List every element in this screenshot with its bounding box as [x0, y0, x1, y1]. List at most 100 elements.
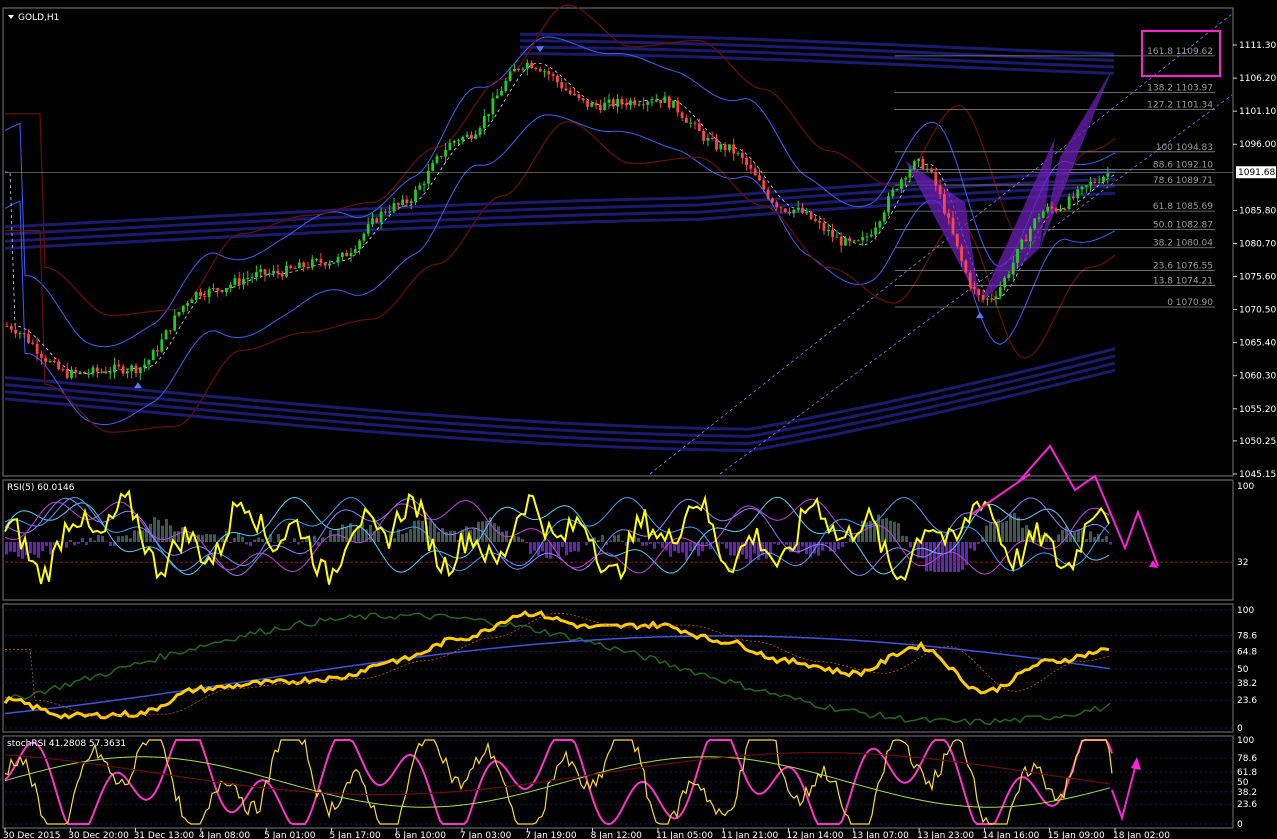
fib-level-label: 38.2 1080.04	[1153, 239, 1213, 249]
rsi-histogram-bar	[897, 523, 900, 542]
candle-body	[138, 367, 142, 374]
rsi-histogram-bar	[749, 542, 752, 564]
candle-body	[525, 62, 529, 69]
price-tick-label: 1080.70	[1239, 239, 1276, 249]
candle-body	[1067, 196, 1071, 209]
candle-body	[1076, 189, 1080, 199]
oscillator-tick-label: 64.8	[1237, 648, 1257, 658]
candle-body	[702, 130, 705, 141]
candle-body	[951, 217, 955, 234]
candle-body	[427, 170, 430, 184]
trading-chart: 161.8 1109.62 138.2 1103.97 127.2 1101.34 1…	[0, 0, 1277, 839]
rsi-histogram-bar	[941, 542, 944, 572]
candle-body	[568, 90, 572, 94]
candle-body	[930, 168, 933, 173]
candle-body	[100, 371, 103, 373]
candle-body	[1084, 185, 1088, 187]
candle-body	[844, 238, 847, 246]
rsi-histogram-bar	[929, 542, 932, 572]
candle-body	[775, 202, 779, 208]
price-tick-label: 1111.30	[1239, 41, 1276, 51]
candle-body	[659, 99, 662, 103]
candle-body	[1063, 208, 1067, 210]
rsi-histogram-bar	[473, 528, 476, 542]
price-tick-label: 1101.10	[1239, 107, 1276, 117]
candle-body	[728, 144, 731, 151]
time-tick-label: 5 Jan 01:00	[264, 831, 316, 839]
rsi-histogram-bar	[169, 525, 172, 542]
rsi-histogram-bar	[577, 542, 580, 552]
candle-body	[169, 330, 172, 332]
rsi-histogram-bar	[1085, 539, 1088, 542]
rsi-histogram-bar	[729, 542, 732, 556]
rsi-histogram-bar	[37, 542, 40, 558]
rsi-histogram-bar	[281, 542, 284, 544]
time-tick-label: 5 Jan 17:00	[329, 831, 381, 839]
price-tick-label: 1050.25	[1239, 437, 1276, 447]
price-tick-label: 1070.50	[1239, 306, 1276, 316]
rsi-histogram-bar	[105, 541, 108, 542]
candle-body	[362, 233, 366, 241]
rsi-histogram-bar	[117, 536, 120, 542]
rsi-histogram-bar	[653, 542, 656, 549]
candle-body	[78, 371, 82, 373]
candle-body	[779, 207, 783, 209]
candle-body	[547, 71, 551, 75]
time-tick-label: 31 Dec 13:00	[134, 831, 195, 839]
candle-body	[801, 207, 804, 214]
candle-body	[861, 237, 865, 241]
candle-body	[1046, 206, 1049, 212]
rsi-histogram-bar	[601, 535, 604, 542]
rsi-histogram-bar	[1057, 534, 1060, 542]
rsi-histogram-bar	[777, 542, 780, 546]
candle-body	[831, 230, 834, 237]
oscillator-tick-label: 0	[1237, 820, 1243, 830]
rsi-histogram-bar	[685, 542, 688, 560]
candle-body	[121, 366, 125, 374]
rsi-histogram-bar	[257, 537, 260, 542]
candle-body	[960, 246, 963, 261]
candle-body	[310, 259, 314, 268]
candle-body	[805, 211, 809, 214]
fib-level-label: 0 1070.90	[1167, 298, 1213, 308]
rsi-histogram-bar	[901, 535, 904, 542]
candle-body	[594, 102, 598, 106]
fib-level-label: 23.6 1076.55	[1153, 261, 1213, 271]
rsi-histogram-bar	[617, 534, 620, 542]
price-tick-label: 1096.00	[1239, 140, 1276, 150]
candle-body	[934, 172, 938, 186]
candle-body	[1016, 249, 1019, 263]
rsi-histogram-bar	[313, 535, 316, 542]
candle-body	[134, 365, 138, 374]
rsi-histogram-bar	[289, 542, 292, 543]
candle-body	[624, 103, 628, 106]
fib-level-label: 50.0 1082.87	[1153, 220, 1213, 230]
rsi-histogram-bar	[109, 542, 112, 546]
candle-body	[663, 96, 667, 103]
candle-body	[788, 211, 791, 214]
candle-body	[482, 115, 486, 129]
price-tick-label: 1045.15	[1239, 470, 1276, 480]
candle-body	[887, 196, 890, 213]
rsi-histogram-bar	[645, 542, 648, 546]
rsi-histogram-bar	[989, 522, 992, 542]
candle-body	[22, 333, 26, 335]
fib-level-label: 161.8 1109.62	[1147, 47, 1213, 57]
rsi-histogram-bar	[741, 542, 744, 555]
rsi-histogram-bar	[229, 542, 232, 543]
rsi-histogram-bar	[237, 532, 240, 542]
candle-body	[293, 267, 297, 269]
rsi-histogram-bar	[213, 534, 216, 542]
candle-body	[113, 364, 116, 373]
candle-body	[1102, 176, 1105, 182]
oscillator-tick-label: 38.2	[1237, 788, 1257, 798]
candle-body	[74, 369, 78, 373]
candle-body	[27, 334, 30, 343]
rsi-histogram-bar	[705, 542, 708, 545]
oscillator-tick-label: 38.2	[1237, 679, 1257, 689]
rsi-histogram-bar	[1101, 538, 1104, 542]
candle-body	[1089, 181, 1092, 186]
rsi-histogram-bar	[85, 542, 88, 546]
candle-body	[504, 80, 508, 91]
candle-body	[40, 353, 43, 358]
